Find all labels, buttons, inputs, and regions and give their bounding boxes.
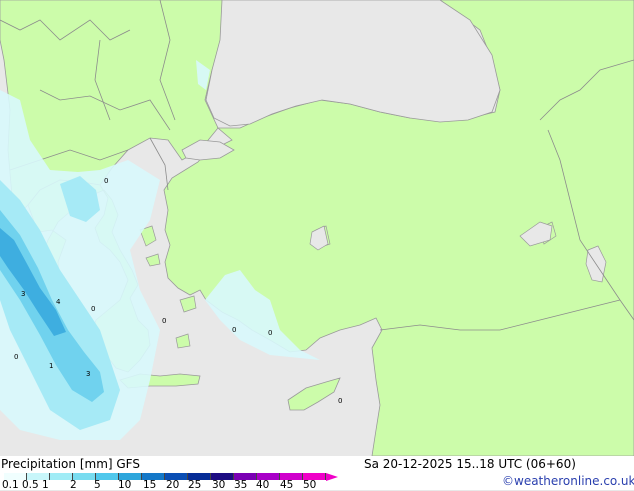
scale-tick-label: 1 — [42, 479, 49, 491]
map-canvas: 0 3 4 0 0 0 0 0 1 3 0 — [0, 0, 634, 456]
scale-tick-label: 0.5 — [22, 479, 39, 491]
precip-label: 1 — [49, 362, 53, 370]
precip-label: 0 — [91, 305, 95, 313]
scale-tick-label: 2 — [70, 479, 77, 491]
scale-tick-label: 0.1 — [2, 479, 19, 491]
precip-label: 0 — [232, 326, 236, 334]
precip-label: 0 — [162, 317, 166, 325]
precip-label: 0 — [338, 397, 342, 405]
precip-label: 0 — [104, 177, 108, 185]
weather-map: 0 3 4 0 0 0 0 0 1 3 0 — [0, 0, 634, 456]
precip-label: 4 — [56, 298, 61, 306]
credit-link[interactable]: ©weatheronline.co.uk — [502, 474, 634, 488]
scale-tick-label: 25 — [188, 479, 202, 491]
scale-tick-label: 35 — [234, 479, 248, 491]
precip-label: 0 — [14, 353, 18, 361]
scale-arrow-icon — [326, 473, 338, 481]
scale-tick-label: 10 — [118, 479, 132, 491]
scale-tick-label: 5 — [94, 479, 101, 491]
scale-tick-label: 20 — [166, 479, 180, 491]
scale-tick-label: 40 — [256, 479, 270, 491]
scale-tick-label: 45 — [280, 479, 294, 491]
scale-tick-label: 15 — [143, 479, 157, 491]
scale-tick-label: 50 — [303, 479, 317, 491]
precip-label: 0 — [268, 329, 272, 337]
precip-label: 3 — [21, 290, 25, 298]
valid-time: Sa 20-12-2025 15..18 UTC (06+60) — [364, 457, 576, 471]
scale-tick-label: 30 — [212, 479, 226, 491]
legend-title: Precipitation [mm] GFS — [1, 457, 140, 471]
precip-label: 3 — [86, 370, 90, 378]
